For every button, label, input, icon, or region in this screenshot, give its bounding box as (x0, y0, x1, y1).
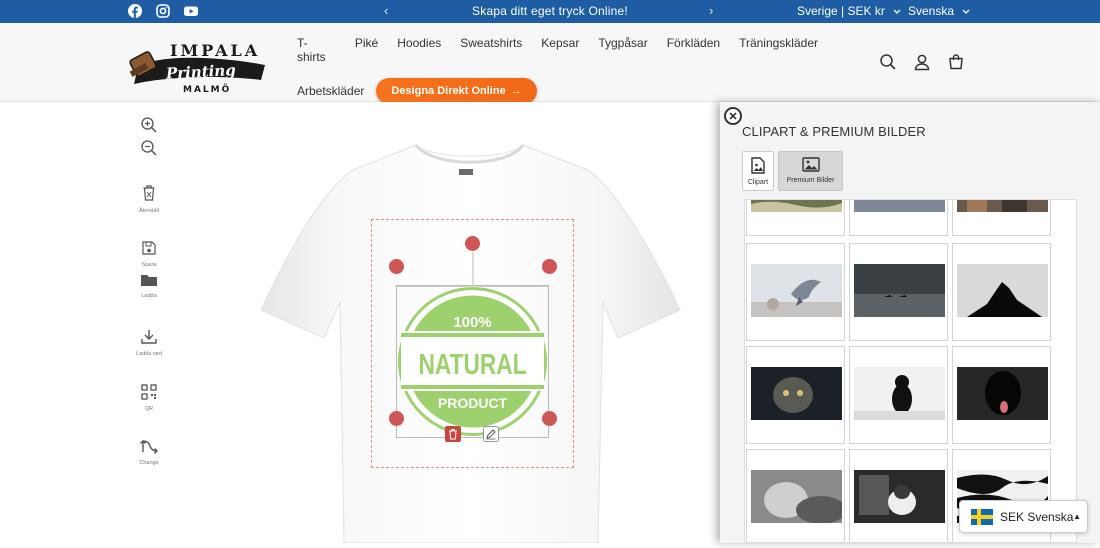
resize-handle-top-right[interactable] (542, 259, 557, 274)
sweden-flag-icon (971, 509, 993, 525)
tab-clipart[interactable]: Clipart (742, 151, 774, 191)
tab-clipart-label: Clipart (747, 179, 769, 186)
zoom-out-icon (141, 140, 157, 156)
trash-icon (143, 185, 155, 201)
logo-line3: MALMÖ (183, 84, 231, 94)
delete-icon[interactable] (445, 426, 461, 442)
announcement-next-button[interactable]: › (709, 3, 713, 18)
language-label: Svenska (908, 4, 955, 18)
image-thumb-cat-dark[interactable] (746, 346, 845, 444)
rotate-connector (396, 252, 549, 287)
social-links (128, 4, 198, 18)
nav-item-traningsklader[interactable]: Träningskläder (739, 36, 818, 64)
load-label: Ladda (141, 293, 157, 299)
resize-handle-top-left[interactable] (389, 259, 404, 274)
main-nav: T-shirts Piké Hoodies Sweatshirts Kepsar… (297, 36, 837, 104)
announcement-prev-button[interactable]: ‹ (384, 3, 388, 18)
tab-premium-bilder[interactable]: Premium Bilder (778, 151, 843, 191)
header-icons (879, 53, 965, 71)
nav-item-hoodies[interactable]: Hoodies (397, 36, 441, 64)
save-button[interactable]: Spara (128, 240, 170, 268)
zoom-in-icon (141, 117, 157, 133)
nav-item-tygpasar[interactable]: Tygpåsar (598, 36, 647, 64)
instagram-icon[interactable] (156, 4, 170, 18)
chevron-down-icon (962, 9, 970, 14)
currency-language-widget[interactable]: SEK Svenska ▲ (959, 500, 1088, 533)
zoom-in-button[interactable] (128, 116, 170, 139)
country-selector[interactable]: Sverige | SEK kr (797, 4, 901, 18)
nav-item-t-shirts[interactable]: T-shirts (297, 36, 336, 64)
search-icon[interactable] (879, 53, 897, 71)
account-icon[interactable] (913, 53, 931, 71)
image-thumb-cat-window[interactable] (849, 449, 948, 542)
panel-title: CLIPART & PREMIUM BILDER (742, 124, 926, 139)
rotate-handle[interactable] (465, 236, 480, 251)
site-header: IMPALA Printing MALMÖ T-shirts Piké Hood… (0, 23, 1100, 104)
qr-button[interactable]: QR (128, 384, 170, 412)
nav-item-sweatshirts[interactable]: Sweatshirts (460, 36, 522, 64)
reset-label: Återställ (139, 208, 159, 214)
save-label: Spara (141, 262, 157, 268)
tab-premium-label: Premium Bilder (786, 177, 835, 184)
youtube-icon[interactable] (184, 4, 198, 18)
arrow-right-icon: → (510, 85, 522, 97)
image-thumb-lake-birds[interactable] (849, 243, 948, 341)
resize-handle-bottom-right[interactable] (542, 411, 557, 426)
design-middle-text: NATURAL (419, 349, 527, 381)
change-label: Change (139, 460, 159, 466)
image-icon (801, 157, 820, 172)
change-button[interactable]: Change (128, 438, 170, 466)
nav-item-arbetsklader[interactable]: Arbetskläder (297, 84, 364, 98)
image-thumb-pigeon[interactable] (746, 243, 845, 341)
design-bottom-text: PRODUCT (438, 395, 508, 411)
image-thumb-black-cat-snow[interactable] (849, 346, 948, 444)
download-button[interactable]: Ladda ned (128, 329, 170, 357)
image-thumb-people[interactable] (952, 200, 1051, 236)
nav-item-kepsar[interactable]: Kepsar (541, 36, 579, 64)
load-button[interactable]: Ladda (128, 273, 170, 299)
reset-button[interactable]: Återställ (128, 184, 170, 214)
design-editor: Återställ Spara Ladda Ladda ned QR Chang… (0, 102, 720, 544)
nav-item-forkladen[interactable]: Förkläden (667, 36, 720, 64)
design-online-label: Designa Direkt Online (391, 85, 506, 97)
image-thumb-cat-bw[interactable] (746, 449, 845, 542)
design-top-text: 100% (453, 314, 491, 331)
announcement-bar: ‹ Skapa ditt eget tryck Online! › Sverig… (0, 0, 1100, 23)
facebook-icon[interactable] (128, 4, 142, 18)
download-icon (141, 330, 157, 344)
cart-icon[interactable] (947, 53, 965, 71)
qr-code-icon (141, 384, 157, 400)
logo-line1: IMPALA (170, 41, 260, 60)
resize-handle-bottom-left[interactable] (389, 411, 404, 426)
image-grid (744, 199, 1077, 543)
image-thumb-landscape[interactable] (746, 200, 845, 236)
edit-icon[interactable] (483, 426, 499, 442)
language-selector[interactable]: Svenska (908, 4, 970, 18)
close-icon (729, 112, 737, 120)
nav-item-pike[interactable]: Piké (355, 36, 378, 64)
close-panel-button[interactable] (724, 107, 742, 125)
natural-product-design[interactable]: 100% NATURAL PRODUCT (396, 285, 549, 438)
currency-language-label: SEK Svenska (1000, 510, 1074, 524)
caret-up-icon: ▲ (1073, 512, 1081, 521)
zoom-out-button[interactable] (128, 139, 170, 162)
chevron-down-icon (893, 9, 901, 14)
site-logo[interactable]: IMPALA Printing MALMÖ (128, 34, 270, 95)
folder-icon (141, 275, 157, 286)
logo-line2: Printing (164, 61, 236, 83)
image-thumb-sky[interactable] (849, 200, 948, 236)
download-label: Ladda ned (136, 351, 162, 357)
country-label: Sverige | SEK kr (797, 4, 885, 18)
qr-label: QR (144, 406, 154, 412)
save-icon (142, 241, 156, 255)
file-image-icon (751, 157, 765, 174)
design-online-button[interactable]: Designa Direkt Online → (376, 78, 537, 104)
swap-icon (140, 440, 158, 454)
announcement-text: Skapa ditt eget tryck Online! (472, 4, 628, 18)
image-thumb-silhouette[interactable] (952, 243, 1051, 341)
image-thumb-black-dog[interactable] (952, 346, 1051, 444)
clipart-panel: CLIPART & PREMIUM BILDER Clipart Premium… (720, 102, 1100, 543)
